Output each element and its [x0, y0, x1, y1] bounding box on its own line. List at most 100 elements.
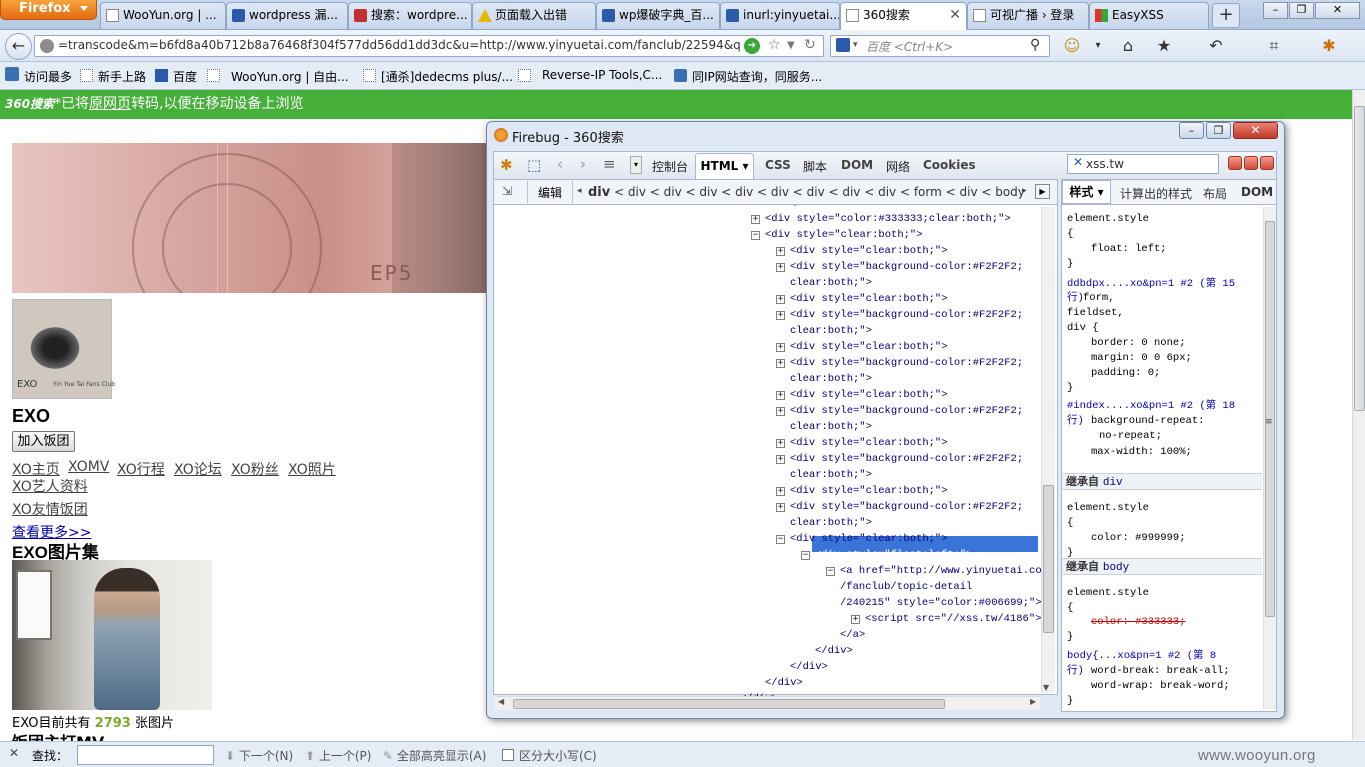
expand-node-icon[interactable]: +	[776, 311, 785, 320]
firebug-minimize-button[interactable]: –	[1179, 122, 1204, 139]
site-identity-icon[interactable]	[40, 39, 54, 53]
html-node-line[interactable]: /fanclub/topic-detail	[840, 580, 972, 594]
html-node-line[interactable]: <div style="clear:both;">	[790, 388, 948, 402]
breadcrumb-ancestors[interactable]: < div < div < div < div < div < div < di…	[610, 185, 1026, 199]
addon-face-icon[interactable]: ☺	[1060, 36, 1084, 56]
inspect-icon[interactable]: ⬚	[527, 156, 541, 174]
link-artist-info[interactable]: XO艺人资料	[12, 476, 88, 496]
html-node-line[interactable]: </div>	[765, 676, 803, 690]
find-previous-button[interactable]: ⬆ 上一个(P)	[305, 747, 371, 764]
tab-console[interactable]: 控制台	[652, 158, 688, 175]
collapse-node-icon[interactable]: −	[801, 551, 810, 560]
html-node-line[interactable]: clear:both;">	[790, 420, 872, 434]
style-source-link[interactable]: #index....xo&pn=1 #2 (第 18	[1067, 399, 1235, 413]
tab-wooyun[interactable]: WooYun.org | ...	[100, 2, 226, 29]
html-node-line[interactable]: clear:both;">	[790, 372, 872, 386]
link-mv[interactable]: XOMV	[68, 459, 109, 475]
tab-load-error[interactable]: 页面载入出错	[472, 2, 596, 29]
html-node-line[interactable]: <div style="background-color:#F2F2F2;	[790, 260, 1023, 274]
bookmark-dedecms[interactable]: [通杀]dedecms plus/...	[363, 68, 513, 85]
expand-node-icon[interactable]: +	[776, 295, 785, 304]
expand-node-icon[interactable]: +	[776, 439, 785, 448]
history-dropdown-icon[interactable]: ▼	[787, 40, 795, 51]
bookmark-reverse-ip[interactable]: Reverse-IP Tools,C...	[518, 68, 662, 82]
maximize-button[interactable]: ❐	[1289, 2, 1314, 19]
expand-node-icon[interactable]: +	[776, 359, 785, 368]
firebug-close-button[interactable]: ✕	[1233, 122, 1278, 139]
firefox-menu-button[interactable]: Firefox	[0, 0, 97, 20]
tab-net[interactable]: 网络	[886, 158, 910, 175]
list-icon[interactable]: ≡	[603, 155, 616, 173]
find-input[interactable]	[77, 745, 214, 765]
forward-arrow-icon[interactable]: ›	[580, 155, 586, 173]
bookmark-getting-started[interactable]: 新手上路	[80, 68, 146, 85]
bookmark-most-visited[interactable]: 访问最多	[6, 68, 72, 85]
html-node-line[interactable]: <div style="background-color:#F2F2F2;	[790, 452, 1023, 466]
breadcrumb-current[interactable]: div	[588, 185, 610, 200]
firebug-close-icon[interactable]	[1260, 156, 1274, 170]
original-page-link[interactable]: 原网页	[89, 96, 131, 112]
collapse-node-icon[interactable]: −	[776, 535, 785, 544]
addon-dropdown-icon[interactable]: ▾	[1086, 36, 1110, 56]
expand-node-icon[interactable]: +	[776, 487, 785, 496]
tab-wordpress[interactable]: wordpress 漏...	[226, 2, 348, 29]
html-node-line[interactable]: clear:both;">	[790, 516, 872, 530]
scroll-thumb[interactable]	[513, 699, 945, 709]
back-button[interactable]: ←	[5, 33, 32, 60]
link-photos[interactable]: XO照片	[288, 459, 336, 479]
tab-html[interactable]: HTML ▾	[695, 153, 754, 179]
firebug-maximize-button[interactable]: ❐	[1206, 122, 1231, 139]
scroll-down-icon[interactable]: ▼	[1043, 683, 1049, 692]
scroll-right-icon[interactable]: ▶	[1030, 697, 1036, 706]
gallery-photo[interactable]	[12, 560, 212, 710]
expand-node-icon[interactable]: +	[776, 407, 785, 416]
html-node-line[interactable]: <div style="clear:both;">	[790, 340, 948, 354]
tab-css[interactable]: CSS	[765, 158, 791, 172]
tab-script[interactable]: 脚本	[803, 158, 827, 175]
tab-wp-dictionary[interactable]: wp爆破字典_百...	[596, 2, 720, 29]
expand-node-icon[interactable]: +	[776, 263, 785, 272]
tab-computed-style[interactable]: 计算出的样式	[1120, 185, 1192, 202]
inherited-tag[interactable]: div	[1103, 477, 1123, 489]
breadcrumb-scroll-left-icon[interactable]: ◂	[577, 186, 582, 196]
tab-360-search[interactable]: 360搜索 ✕	[840, 2, 967, 30]
firebug-icon[interactable]: ✱	[1317, 36, 1341, 56]
baidu-engine-icon[interactable]	[836, 38, 850, 52]
html-node-line[interactable]: <div style="clear:both;">	[790, 532, 948, 546]
html-node-line[interactable]: </div>	[790, 660, 828, 674]
minimize-button[interactable]: –	[1263, 2, 1288, 19]
html-node-line[interactable]: <div style="background-color:#F2F2F2;	[790, 308, 1023, 322]
firebug-detach-icon[interactable]	[1244, 156, 1258, 170]
styles-scrollbar[interactable]	[1263, 207, 1276, 709]
find-next-button[interactable]: ⬇ 下一个(N)	[225, 747, 293, 764]
match-case-label[interactable]: 区分大小写(C)	[519, 747, 597, 764]
scroll-thumb[interactable]	[1354, 106, 1365, 411]
expand-node-icon[interactable]: +	[776, 503, 785, 512]
html-node-line[interactable]: <script src="//xss.tw/4186">	[865, 612, 1041, 626]
html-node-line[interactable]: <div style="color:#333333;clear:both;">	[765, 212, 1011, 226]
bookmark-baidu[interactable]: 百度	[155, 68, 197, 85]
tab-inurl[interactable]: inurl:yinyuetai...	[720, 2, 840, 29]
bookmark-wooyun[interactable]: WooYun.org | 自由...	[207, 68, 349, 85]
bookmarks-menu-icon[interactable]: ★	[1152, 36, 1176, 56]
tab-layout[interactable]: 布局	[1203, 185, 1227, 202]
inherited-tag[interactable]: body	[1103, 562, 1129, 574]
expand-icon[interactable]: ⇲	[502, 184, 512, 198]
html-node-line[interactable]: <div style="clear:both;">	[790, 292, 948, 306]
tab-cookies[interactable]: Cookies	[923, 158, 976, 172]
expand-node-icon[interactable]: +	[776, 455, 785, 464]
tab-easyxss[interactable]: EasyXSS	[1089, 2, 1209, 29]
tab-styles[interactable]: 样式 ▾	[1062, 180, 1111, 204]
style-source-link[interactable]: body{...xo&pn=1 #2 (第 8	[1067, 649, 1216, 663]
close-find-bar-icon[interactable]: ✕	[9, 746, 19, 760]
link-forum[interactable]: XO论坛	[174, 459, 222, 479]
html-node-line[interactable]: <div style="clear:both;">	[790, 484, 948, 498]
html-node-line[interactable]: <div style="background-color:#F2F2F2;	[790, 356, 1023, 370]
scroll-grip-icon[interactable]: ≡	[1265, 417, 1273, 427]
html-node-line[interactable]: <div style="float:left;">	[815, 548, 973, 562]
close-tab-icon[interactable]: ✕	[949, 3, 961, 27]
style-source-link[interactable]: 行)	[1067, 664, 1084, 678]
html-node-line[interactable]: clear:both;">	[790, 468, 872, 482]
undo-icon[interactable]: ↶	[1204, 36, 1228, 56]
expand-node-icon[interactable]: +	[776, 247, 785, 256]
